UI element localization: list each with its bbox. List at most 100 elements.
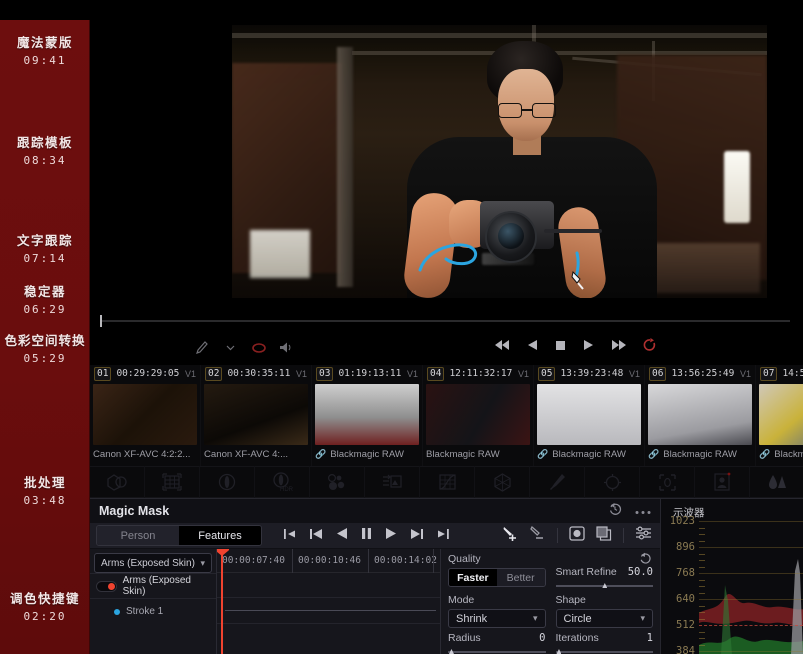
radius-value[interactable]: 0 — [539, 632, 545, 644]
quality-faster-button[interactable]: Faster — [449, 569, 497, 586]
tab-features[interactable]: Features — [179, 526, 261, 545]
scope-gridline — [699, 573, 803, 574]
mask-layer-row[interactable]: Arms (Exposed Skin) — [90, 573, 216, 598]
color-match-icon[interactable] — [145, 466, 200, 498]
media-pool-clip[interactable]: 06 13:56:25:49 V1 🔗 Blackmagic RAW — [645, 365, 756, 466]
more-options-icon[interactable] — [635, 502, 651, 520]
chapter-item[interactable]: 文字跟踪 07:14 — [0, 230, 89, 265]
link-icon: 🔗 — [759, 448, 771, 459]
media-pool-clip[interactable]: 03 01:19:13:11 V1 🔗 Blackmagic RAW — [312, 365, 423, 466]
camera-raw-icon[interactable] — [90, 466, 145, 498]
stop-icon[interactable] — [555, 340, 566, 351]
tracker-icon[interactable] — [640, 466, 695, 498]
chapter-title: 批处理 — [23, 476, 66, 490]
add-stroke-icon[interactable] — [503, 526, 519, 546]
tab-person[interactable]: Person — [97, 526, 179, 545]
magic-mask-icon[interactable] — [695, 466, 750, 498]
subtract-stroke-icon[interactable] — [530, 525, 546, 546]
chapter-item[interactable]: 批处理 03:48 — [0, 472, 89, 507]
play-icon[interactable] — [583, 339, 594, 351]
track-reverse-one-icon[interactable] — [310, 527, 323, 545]
qualifier-icon[interactable] — [530, 466, 585, 498]
track-forward-icon[interactable] — [385, 527, 397, 545]
layer-enable-toggle[interactable] — [96, 580, 117, 592]
color-wheels-icon[interactable] — [200, 466, 255, 498]
stroke-row[interactable]: Stroke 1 — [90, 598, 216, 624]
chapter-item[interactable]: 稳定器 06:29 — [0, 281, 89, 316]
chapter-item[interactable]: 魔法蒙版 09:41 — [0, 32, 89, 67]
color-bars-icon[interactable] — [310, 466, 365, 498]
clip-thumbnail[interactable] — [93, 384, 197, 445]
step-back-icon[interactable] — [527, 339, 538, 351]
shape-value: Circle — [563, 612, 592, 625]
waveform-plot[interactable] — [699, 521, 803, 654]
quality-segmented-control: Faster Better — [448, 568, 546, 587]
radius-slider[interactable] — [448, 649, 546, 654]
clip-number: 05 — [538, 366, 556, 381]
clip-thumbnail[interactable] — [759, 384, 803, 445]
mode-dropdown[interactable]: Shrink ▾ — [448, 609, 546, 628]
settings-sliders-icon[interactable] — [635, 526, 652, 545]
quality-better-button[interactable]: Better — [496, 569, 545, 586]
brush-icon[interactable] — [193, 338, 212, 357]
mode-group: Mode Shrink ▾ — [448, 594, 546, 628]
jump-to-start-icon[interactable] — [495, 339, 510, 351]
chevron-down-icon[interactable] — [221, 338, 240, 357]
reset-history-icon[interactable] — [608, 502, 622, 521]
clip-thumbnail[interactable] — [537, 384, 641, 445]
media-pool-clip[interactable]: 02 00:30:35:11 V1 Canon XF-AVC 4:... — [201, 365, 312, 466]
track-reverse-icon[interactable] — [336, 527, 348, 545]
mask-overlay-icon[interactable] — [596, 525, 612, 546]
magic-mask-toolbar: Person Features — [90, 523, 660, 549]
chapter-item[interactable]: 色彩空间转换 05:29 — [0, 330, 89, 365]
iterations-slider[interactable] — [555, 649, 653, 654]
clip-thumbnail[interactable] — [204, 384, 308, 445]
track-start-icon[interactable] — [284, 527, 297, 545]
pause-icon[interactable] — [361, 527, 372, 545]
viewer-scrubber-handle[interactable] — [100, 315, 102, 327]
iterations-group: Iterations 1 — [555, 632, 653, 654]
clip-name-row: Canon XF-AVC 4:2:2... — [90, 445, 200, 463]
media-pool-clip[interactable]: 01 00:29:29:05 V1 Canon XF-AVC 4:2:2... — [90, 365, 201, 466]
blur-icon[interactable] — [750, 466, 803, 498]
clip-name-row: Blackmagic RAW — [423, 445, 533, 463]
mask-solid-icon[interactable] — [569, 525, 585, 546]
timeline-layer-track[interactable] — [217, 573, 440, 598]
clip-thumbnail[interactable] — [315, 384, 419, 445]
timeline-playhead[interactable] — [217, 549, 229, 654]
timeline-stroke-track[interactable] — [217, 598, 440, 624]
log-wheels-icon[interactable] — [365, 466, 420, 498]
hdr-wheels-icon[interactable]: HDR — [255, 466, 310, 498]
chapter-item[interactable]: 跟踪模板 08:34 — [0, 132, 89, 167]
clip-thumbnail[interactable] — [648, 384, 752, 445]
power-windows-icon[interactable] — [585, 466, 640, 498]
jump-to-end-icon[interactable] — [611, 339, 626, 351]
clip-name: Blackmagic RAW — [426, 448, 500, 460]
media-pool-clip[interactable]: 04 12:11:32:17 V1 Blackmagic RAW — [423, 365, 534, 466]
mask-overlay-icon[interactable] — [249, 338, 268, 357]
stroke-keyframe-line — [225, 610, 436, 611]
mask-timeline[interactable]: 00:00:07:40 00:00:10:46 00:00:14:02 — [217, 549, 440, 654]
clip-name-row: 🔗 Blackmagic RAW — [645, 445, 755, 463]
loop-icon[interactable] — [643, 338, 657, 352]
viewer-scrubber-track[interactable] — [100, 320, 790, 322]
clip-name: Canon XF-AVC 4:2:2... — [93, 448, 191, 460]
layer-select-dropdown[interactable]: Arms (Exposed Skin) ▾ — [94, 553, 212, 573]
color-warper-icon[interactable] — [475, 466, 530, 498]
speaker-icon[interactable] — [277, 338, 296, 357]
track-end-icon[interactable] — [436, 527, 449, 545]
timeline-ruler[interactable]: 00:00:07:40 00:00:10:46 00:00:14:02 — [217, 549, 440, 573]
iterations-value[interactable]: 1 — [647, 632, 653, 644]
media-pool-clip[interactable]: 05 13:39:23:48 V1 🔗 Blackmagic RAW — [534, 365, 645, 466]
shape-dropdown[interactable]: Circle ▾ — [555, 609, 653, 628]
clip-header: 04 12:11:32:17 V1 — [423, 365, 533, 382]
curves-icon[interactable] — [420, 466, 475, 498]
track-forward-one-icon[interactable] — [410, 527, 423, 545]
smart-refine-slider[interactable] — [555, 583, 653, 591]
scope-minor-tick — [699, 579, 705, 581]
program-viewer[interactable] — [232, 25, 767, 298]
reset-params-icon[interactable] — [639, 552, 652, 570]
media-pool-clip[interactable]: 0714:53:0V1🔗Blackmagic — [756, 365, 803, 466]
chapter-item[interactable]: 调色快捷键 02:20 — [0, 588, 89, 623]
clip-thumbnail[interactable] — [426, 384, 530, 445]
